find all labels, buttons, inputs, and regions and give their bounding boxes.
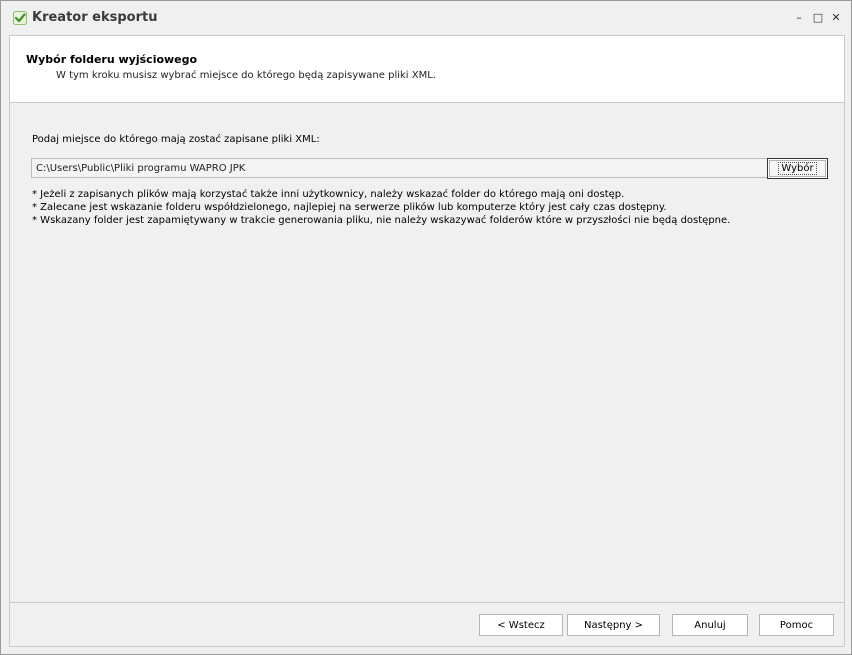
next-button[interactable]: Następny > — [567, 614, 660, 636]
browse-button-label: Wybór — [778, 162, 817, 175]
path-prompt-label: Podaj miejsce do którego mają zostać zap… — [32, 134, 320, 145]
notes-list: * Jeżeli z zapisanych plików mają korzys… — [32, 188, 730, 227]
close-button[interactable]: ✕ — [828, 10, 844, 26]
folder-path-input[interactable] — [31, 158, 768, 178]
wizard-content: Wybór folderu wyjściowego W tym kroku mu… — [9, 35, 845, 647]
browse-button[interactable]: Wybór — [767, 158, 828, 179]
step-description: W tym kroku musisz wybrać miejsce do któ… — [56, 70, 436, 81]
footer-divider — [10, 602, 844, 603]
note-item: * Zalecane jest wskazanie folderu współd… — [32, 202, 667, 213]
export-wizard-window: Kreator eksportu – □ ✕ Wybór folderu wyj… — [0, 0, 852, 655]
green-check-icon — [13, 11, 27, 25]
maximize-button[interactable]: □ — [810, 10, 826, 26]
minimize-button[interactable]: – — [791, 10, 807, 26]
note-item: * Jeżeli z zapisanych plików mają korzys… — [32, 189, 625, 200]
window-title: Kreator eksportu — [32, 10, 158, 25]
back-button[interactable]: < Wstecz — [479, 614, 563, 636]
note-item: * Wskazany folder jest zapamiętywany w t… — [32, 215, 731, 226]
help-button[interactable]: Pomoc — [759, 614, 834, 636]
cancel-button[interactable]: Anuluj — [672, 614, 748, 636]
step-title: Wybór folderu wyjściowego — [26, 53, 198, 66]
title-bar[interactable]: Kreator eksportu – □ ✕ — [1, 1, 851, 35]
wizard-header: Wybór folderu wyjściowego W tym kroku mu… — [10, 36, 844, 103]
